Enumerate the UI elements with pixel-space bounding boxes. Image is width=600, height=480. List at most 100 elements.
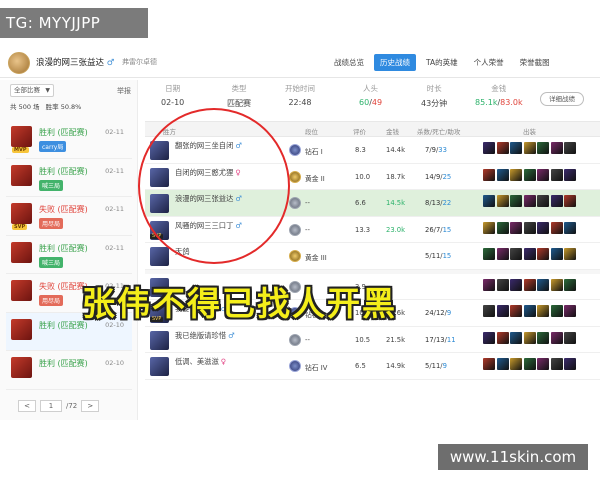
item-icon[interactable] [523,331,536,344]
item-icon[interactable] [496,168,509,181]
item-icon[interactable] [564,248,576,260]
item-icon[interactable] [483,168,495,181]
svp-badge: SVP [150,233,164,239]
item-icon[interactable] [483,248,495,260]
item-icon[interactable] [537,142,549,154]
item-icon[interactable] [537,248,549,260]
player-name-cell[interactable]: 浪漫的网三张益达 ♂ [175,194,242,204]
item-icon[interactable] [523,278,536,291]
table-row[interactable]: 浪漫的网三张益达 ♂ -- 6.6 14.5k 8/13/22 [145,190,600,217]
player-name-cell[interactable]: 天鸽 [175,247,190,257]
item-icon[interactable] [496,331,509,344]
player-name-cell[interactable]: 风骚的网三三口丁 ♂ [175,221,242,231]
item-icon[interactable] [550,331,563,344]
item-icon[interactable] [523,195,536,207]
item-icon[interactable] [523,221,536,234]
item-icon[interactable] [483,358,495,370]
item-icon[interactable] [496,305,509,317]
item-icon[interactable] [537,195,549,207]
item-icon[interactable] [496,278,509,291]
tab-4[interactable]: 荣誉截图 [514,54,556,71]
item-icon[interactable] [483,221,495,234]
item-icon[interactable] [510,221,522,234]
page-input[interactable]: 1 [40,400,62,412]
item-icon[interactable] [510,305,522,317]
item-icon[interactable] [564,331,576,344]
match-list-item[interactable]: MVP 胜利 (匹配赛) 02-11 carry局 [6,120,132,159]
match-summary: 日期 02-10 类型 匹配赛 开始时间 22:48 人头 60/49 时长 4… [145,83,600,119]
item-icon[interactable] [564,278,576,291]
item-icon[interactable] [523,142,536,154]
item-icon[interactable] [537,221,549,234]
item-icon[interactable] [510,331,522,344]
kda: 24/12/9 [425,309,451,317]
item-icon[interactable] [510,168,522,181]
table-row[interactable]: 天鸽 黄金 III 5/11/15 [145,243,600,270]
tab-2[interactable]: TA的英雄 [420,54,464,71]
report-link[interactable]: 举报 [117,86,131,96]
kda: 26/7/15 [425,226,451,234]
detail-record-button[interactable]: 详细战绩 [540,92,584,106]
match-list-item[interactable]: 胜利 (匹配赛) 02-10 [6,351,132,390]
item-icon[interactable] [550,305,563,317]
table-row[interactable]: 我已绝版请珍惜 ♂ -- 10.5 21.5k 17/13/11 [145,327,600,353]
table-row[interactable]: 低调、美滋滋 ♀ 钻石 IV 6.5 14.9k 5/11/9 [145,353,600,380]
item-icon[interactable] [550,142,563,154]
item-icon[interactable] [483,195,495,207]
item-icon[interactable] [564,305,576,317]
tab-1[interactable]: 历史战绩 [374,54,416,71]
item-icon[interactable] [550,168,563,181]
table-row[interactable]: 自闭的网三憨尤狸 ♀ 黄金 II 10.0 18.7k 14/9/25 [145,164,600,190]
item-icon[interactable] [523,358,536,370]
match-filter-select[interactable]: 全部比赛 ▼ [10,84,54,97]
item-icon[interactable] [523,305,536,317]
item-icon[interactable] [537,168,549,181]
item-icon[interactable] [564,221,576,234]
item-icon[interactable] [510,358,522,370]
item-icon[interactable] [550,248,563,260]
table-row[interactable]: SVP 风骚的网三三口丁 ♂ -- 13.3 23.0k 26/7/15 [145,217,600,243]
item-icon[interactable] [564,195,576,207]
player-name-cell[interactable]: 低调、美滋滋 ♀ [175,357,226,367]
item-icon[interactable] [496,221,509,234]
item-icon[interactable] [550,221,563,234]
match-list-item[interactable]: SVP 失败 (匹配赛) 02-11 用尽局 [6,197,132,236]
item-icon[interactable] [564,142,576,154]
avatar[interactable] [8,52,30,74]
item-icon[interactable] [496,195,509,207]
item-icon[interactable] [564,358,576,370]
match-list-item[interactable]: 胜利 (匹配赛) 02-11 喊三局 [6,159,132,197]
item-icon[interactable] [483,331,495,344]
tab-3[interactable]: 个人荣誉 [468,54,510,71]
summary-label: 金钱 [491,84,507,93]
item-icon[interactable] [483,305,495,317]
item-icon[interactable] [523,168,536,181]
prev-page-button[interactable]: < [18,400,36,412]
champion-icon [150,247,169,266]
item-icon[interactable] [510,142,522,154]
item-icon[interactable] [537,331,549,344]
item-icon[interactable] [496,358,509,370]
item-icon[interactable] [564,168,576,181]
item-icon[interactable] [510,195,522,207]
item-icon[interactable] [550,358,563,370]
item-icon[interactable] [523,248,536,260]
item-icon[interactable] [510,248,522,260]
item-icon[interactable] [537,278,549,291]
item-icon[interactable] [550,195,563,207]
item-icon[interactable] [496,248,509,260]
player-name-cell[interactable]: 自闭的网三憨尤狸 ♀ [175,168,241,178]
item-icon[interactable] [510,278,522,291]
next-page-button[interactable]: > [81,400,100,412]
item-icon[interactable] [537,305,549,317]
item-icon[interactable] [483,142,495,154]
match-list-item[interactable]: 胜利 (匹配赛) 02-11 喊三局 [6,236,132,274]
item-icon[interactable] [550,278,563,291]
tab-0[interactable]: 战绩总览 [328,54,370,71]
item-icon[interactable] [537,358,549,370]
player-name-cell[interactable]: 翻张的网三坐自闭 ♂ [175,141,242,151]
item-icon[interactable] [483,278,495,291]
player-name-cell[interactable]: 我已绝版请珍惜 ♂ [175,331,235,341]
table-row[interactable]: 翻张的网三坐自闭 ♂ 钻石 I 8.3 14.4k 7/9/33 [145,137,600,164]
item-icon[interactable] [496,142,509,154]
